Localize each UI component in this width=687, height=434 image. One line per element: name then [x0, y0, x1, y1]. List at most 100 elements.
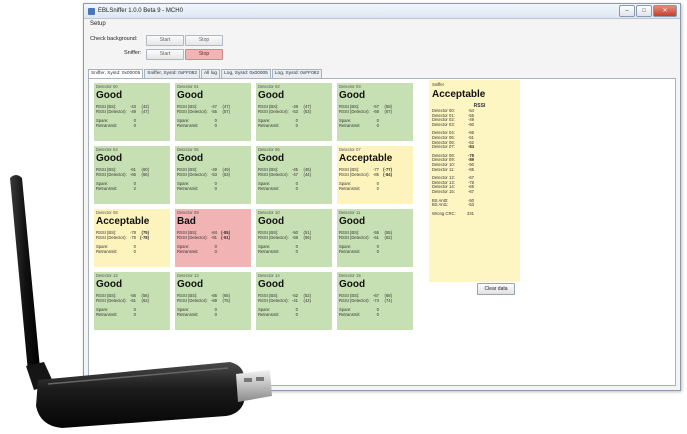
detector-name: Detector 06	[258, 147, 280, 152]
sniffer-title: Sniffer	[432, 82, 445, 87]
rssi-detector-avg: (53)	[303, 109, 311, 114]
detector-card: Detector 11 Good RSSI (BS): -55 (55) RSSI (De…	[337, 209, 413, 267]
detector-status: Good	[258, 153, 285, 164]
check-background-label: Check background:	[90, 36, 138, 42]
menu-setup[interactable]: Setup	[90, 21, 106, 27]
sniffer-rssi-key: Detector 15:	[432, 188, 455, 194]
rssi-detector-avg: (67)	[384, 109, 392, 114]
detector-name: Detector 11	[339, 210, 361, 215]
sniffer-rssi-value: -60	[467, 121, 474, 127]
detector-name: Detector 07	[339, 147, 361, 152]
sniffer-rssi-value: -84	[467, 144, 474, 150]
rssi-detector-label: RSSI (Detector):	[258, 109, 289, 114]
tab-strip: Sniffer, SysId: 0x00005 Sniffer, SysId: 0…	[88, 69, 323, 78]
sniffer-rssi-value: 331	[467, 210, 474, 216]
rssi-detector-avg: (74)	[384, 298, 392, 303]
retransmit-label: Retransmit:	[339, 249, 361, 254]
rssi-detector-value: -53	[291, 109, 298, 114]
detector-status: Good	[177, 153, 204, 164]
rssi-detector-avg: (47)	[141, 109, 149, 114]
retransmit-label: Retransmit:	[177, 123, 199, 128]
detector-status: Good	[339, 279, 366, 290]
detector-card: Detector 00 Good RSSI (BS): -43 (42) RSSI (De…	[94, 83, 170, 141]
rssi-detector-value: -61	[372, 235, 379, 240]
retransmit-value: 0	[295, 312, 298, 317]
usb-dongle-image	[10, 175, 272, 428]
rssi-detector-value: -58	[291, 235, 298, 240]
retransmit-label: Retransmit:	[339, 186, 361, 191]
rssi-detector-value: -55	[210, 109, 217, 114]
detector-name: Detector 01	[177, 84, 199, 89]
clear-data-button[interactable]: Clear data	[477, 283, 515, 295]
retransmit-label: Retransmit:	[339, 123, 361, 128]
sniffer-rssi-row: Wrong CRC: 331	[432, 210, 517, 217]
sniffer-summary: Sniffer Acceptable RSSI Detector 00: -54 D…	[429, 80, 520, 282]
detector-status: Good	[339, 216, 366, 227]
sniffer-rssi-value: -67	[467, 188, 474, 194]
sniffer-rssi-key: Wrong CRC:	[432, 210, 456, 216]
menu-bar: Setup	[84, 19, 680, 31]
retransmit-label: Retransmit:	[96, 123, 118, 128]
detector-name: Detector 03	[339, 84, 361, 89]
check-background-start-button[interactable]: Start	[146, 35, 184, 46]
retransmit-value: 0	[133, 123, 136, 128]
sniffer-rssi-key: Detector 11:	[432, 166, 455, 172]
retransmit-value: 0	[376, 312, 379, 317]
rssi-detector-avg: (42)	[303, 298, 311, 303]
detector-card: Detector 03 Good RSSI (BS): -57 (58) RSSI (De…	[337, 83, 413, 141]
rssi-detector-value: -85	[372, 172, 379, 177]
check-background-stop-button[interactable]: Stop	[185, 35, 223, 46]
tab-0[interactable]: Sniffer, SysId: 0x00005	[88, 69, 144, 78]
tab-3[interactable]: Log, SysId: 0x00005	[221, 69, 271, 78]
retransmit-label: Retransmit:	[339, 312, 361, 317]
minimize-button[interactable]: –	[619, 5, 635, 17]
sniffer-label: Sniffer:	[124, 50, 142, 56]
detector-name: Detector 02	[258, 84, 280, 89]
rssi-detector-label: RSSI (Detector):	[96, 109, 127, 114]
retransmit-value: 0	[295, 186, 298, 191]
retransmit-value: 0	[295, 249, 298, 254]
rssi-detector-label: RSSI (Detector):	[339, 298, 370, 303]
retransmit-value: 0	[295, 123, 298, 128]
rssi-detector-label: RSSI (Detector):	[339, 235, 370, 240]
detector-name: Detector 05	[177, 147, 199, 152]
retransmit-value: 0	[214, 123, 217, 128]
sniffer-start-button[interactable]: Start	[146, 49, 184, 60]
retransmit-label: Retransmit:	[258, 123, 280, 128]
sniffer-rssi-key: Detector 07:	[432, 144, 455, 150]
rssi-detector-avg: (-84)	[383, 172, 392, 177]
rssi-detector-avg: (44)	[303, 172, 311, 177]
detector-name: Detector 04	[96, 147, 118, 152]
retransmit-value: 0	[376, 249, 379, 254]
app-icon	[88, 7, 95, 15]
check-background-row: Check background: Start Stop	[84, 33, 680, 47]
rssi-detector-value: -68	[372, 109, 379, 114]
close-button[interactable]: ✕	[653, 5, 677, 17]
sniffer-rssi-value: -53	[467, 202, 474, 208]
sniffer-rssi-key: BS Ant1:	[432, 202, 449, 208]
tab-1[interactable]: Sniffer, SysId: 0xFF082	[144, 69, 201, 78]
retransmit-value: 0	[376, 186, 379, 191]
detector-status: Good	[258, 90, 285, 101]
tab-2[interactable]: All log	[201, 69, 221, 78]
title-bar: EBLSniffer 1.0.0 Beta 9 - MCH0 – □ ✕	[84, 4, 680, 19]
rssi-detector-label: RSSI (Detector):	[177, 109, 208, 114]
rssi-detector-value: -74	[372, 298, 379, 303]
sniffer-rssi-key: Detector 03:	[432, 121, 455, 127]
rssi-detector-label: RSSI (Detector):	[339, 109, 370, 114]
maximize-button[interactable]: □	[636, 5, 652, 17]
rssi-detector-label: RSSI (Detector):	[339, 172, 370, 177]
detector-status: Good	[339, 90, 366, 101]
detector-card: Detector 02 Good RSSI (BS): -48 (47) RSSI (De…	[256, 83, 332, 141]
retransmit-value: 0	[376, 123, 379, 128]
detector-status: Good	[177, 90, 204, 101]
detector-status: Good	[96, 90, 123, 101]
rssi-detector-avg: (62)	[384, 235, 392, 240]
sniffer-rssi-value: -65	[467, 166, 474, 172]
tab-4[interactable]: Log, SysId: 0xFF082	[271, 69, 323, 78]
rssi-detector-value: -41	[291, 298, 298, 303]
detector-card: Detector 15 Good RSSI (BS): -67 (68) RSSI (De…	[337, 272, 413, 330]
sniffer-stop-button[interactable]: Stop	[185, 49, 223, 60]
detector-card: Detector 07 Acceptable RSSI (BS): -77 (-77) R…	[337, 146, 413, 204]
rssi-detector-value: -49	[129, 109, 136, 114]
